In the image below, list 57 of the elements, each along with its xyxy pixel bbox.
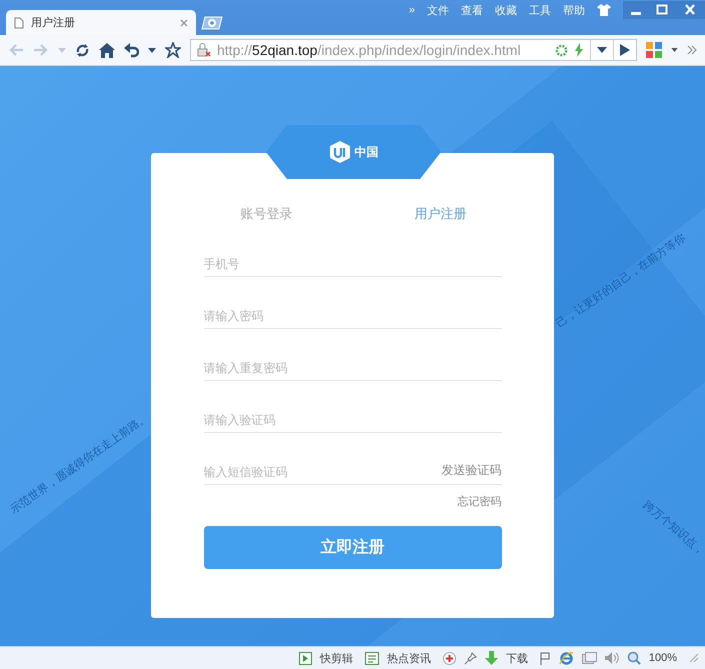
shirt-icon[interactable] bbox=[597, 4, 611, 16]
more-icon[interactable] bbox=[687, 45, 697, 55]
new-tab-icon[interactable] bbox=[200, 16, 224, 30]
caret-icon[interactable] bbox=[671, 48, 678, 52]
url-text: http://52qian.top/index.php/index/login/index.html bbox=[217, 42, 522, 58]
menu-item[interactable]: 文件 bbox=[427, 2, 449, 18]
zoom-level[interactable]: 100% bbox=[648, 652, 677, 664]
input-field[interactable]: 请输入密码 bbox=[204, 309, 502, 323]
menu-item[interactable]: 查看 bbox=[461, 2, 483, 18]
caret-icon[interactable] bbox=[597, 47, 607, 53]
menu-item[interactable]: 工具 bbox=[529, 2, 551, 18]
resize-grip-icon[interactable] bbox=[689, 653, 699, 663]
background-slogan: 己，让更好的自己，在前方等你 bbox=[554, 231, 688, 331]
lock-icon bbox=[197, 43, 211, 57]
forgot-password-link[interactable]: 忘记密码 bbox=[458, 494, 502, 509]
zoom-icon[interactable] bbox=[626, 651, 641, 665]
speaker-icon[interactable] bbox=[604, 652, 619, 664]
menu-item[interactable]: 帮助 bbox=[563, 2, 585, 18]
logo-icon bbox=[328, 141, 350, 163]
lightning-icon[interactable] bbox=[574, 43, 584, 57]
register-button[interactable]: 立即注册 bbox=[204, 526, 502, 569]
input-field[interactable]: 输入短信验证码 bbox=[204, 465, 442, 479]
medical-icon[interactable] bbox=[442, 652, 456, 664]
ie-icon[interactable] bbox=[558, 650, 574, 666]
send-code-link[interactable]: 发送验证码 bbox=[442, 462, 502, 479]
play-icon[interactable] bbox=[620, 44, 630, 56]
status-label[interactable]: 快剪辑 bbox=[320, 650, 353, 666]
play-icon[interactable] bbox=[298, 652, 312, 664]
close-icon[interactable] bbox=[180, 18, 188, 26]
news-icon[interactable] bbox=[364, 652, 379, 664]
background-slogan: 示范世界，愿诚得你在走上前路。 bbox=[8, 410, 152, 517]
page-icon bbox=[14, 16, 24, 28]
form-tab[interactable]: 用户注册 bbox=[414, 205, 466, 223]
menu-item[interactable]: 收藏 bbox=[495, 2, 517, 18]
apps-icon[interactable] bbox=[646, 42, 662, 58]
download-icon[interactable] bbox=[484, 651, 498, 665]
background-slogan: 跨万个知识点， bbox=[640, 498, 705, 558]
status-label[interactable]: 热点资讯 bbox=[386, 650, 431, 666]
window-icon[interactable] bbox=[582, 652, 597, 664]
download-label[interactable]: 下载 bbox=[506, 650, 528, 666]
menu-item[interactable]: » bbox=[408, 4, 415, 16]
tab-title: 用户注册 bbox=[31, 16, 76, 30]
flag-icon[interactable] bbox=[540, 652, 551, 664]
home-icon[interactable] bbox=[99, 42, 115, 58]
input-field[interactable]: 请输入重复密码 bbox=[204, 361, 502, 375]
loading-icon bbox=[555, 44, 568, 56]
refresh-icon[interactable] bbox=[75, 42, 90, 58]
logo-text: 中国 bbox=[354, 144, 378, 160]
caret-icon[interactable] bbox=[148, 48, 156, 52]
input-field[interactable]: 请输入验证码 bbox=[204, 413, 502, 427]
address-bar[interactable]: http://52qian.top/index.php/index/login/index.html bbox=[190, 39, 637, 61]
form-tab[interactable]: 账号登录 bbox=[240, 205, 292, 223]
browser-tab[interactable]: 用户注册 bbox=[6, 10, 196, 35]
undo-icon[interactable] bbox=[124, 42, 139, 58]
pin-icon[interactable] bbox=[464, 652, 477, 664]
input-field[interactable]: 手机号 bbox=[204, 257, 502, 271]
star-icon[interactable] bbox=[165, 42, 181, 58]
